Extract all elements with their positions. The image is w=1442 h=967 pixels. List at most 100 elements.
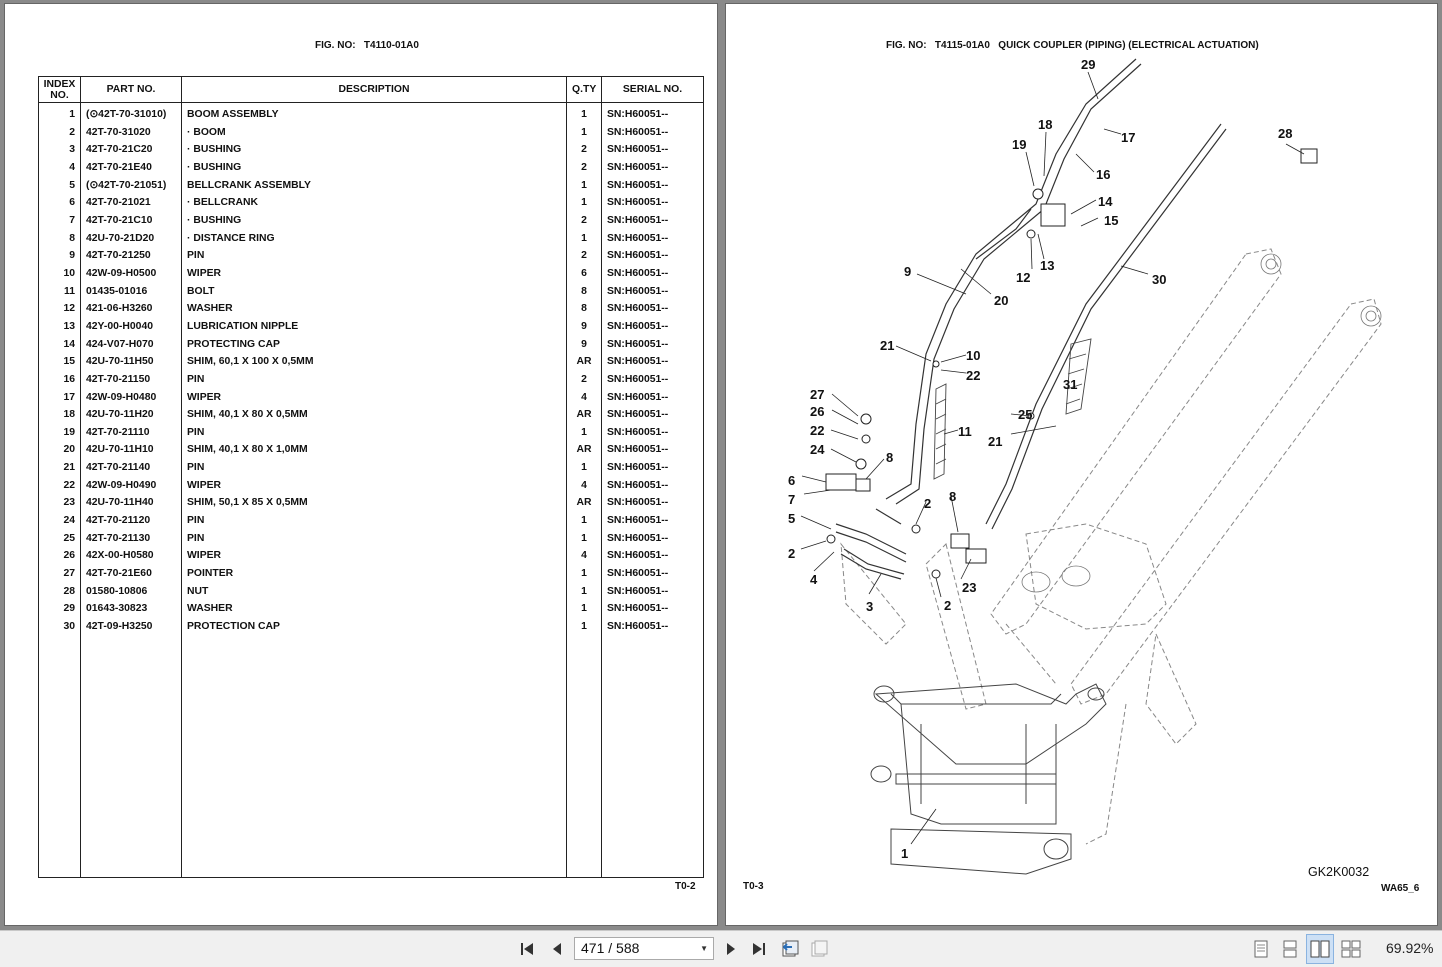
- cell-qty: AR: [566, 441, 602, 460]
- table-row: 13 42Y-00-H0040 LUBRICATION NIPPLE 9 SN:H600…: [38, 317, 704, 336]
- callout-number: 29: [1081, 57, 1095, 72]
- cell-part-no: 42T-70-21140: [80, 459, 182, 477]
- table-filler-row: [38, 635, 704, 878]
- cell-serial: SN:H60051--: [601, 229, 704, 248]
- cell-qty: 1: [566, 582, 602, 601]
- cell-description: · BUSHING: [181, 141, 567, 159]
- continuous-icon: [1283, 940, 1297, 958]
- empty-cell: [566, 635, 602, 878]
- cell-serial: SN:H60051--: [601, 158, 704, 177]
- cell-description: PIN: [181, 247, 567, 265]
- previous-view-button[interactable]: [777, 931, 803, 967]
- callout-number: 3: [866, 599, 873, 614]
- drawing-code: GK2K0032: [1308, 865, 1369, 879]
- cell-serial: SN:H60051--: [601, 476, 704, 495]
- cell-description: PIN: [181, 423, 567, 442]
- cell-qty: 2: [566, 370, 602, 389]
- page-number-field[interactable]: 471 / 588 ▼: [574, 937, 714, 960]
- cell-index: 18: [38, 406, 81, 424]
- next-page-button[interactable]: [718, 931, 744, 967]
- cell-index: 20: [38, 441, 81, 460]
- cell-serial: SN:H60051--: [601, 353, 704, 371]
- table-row: 30 42T-09-H3250 PROTECTION CAP 1 SN:H60051--: [38, 618, 704, 636]
- left-page: FIG. NO: T4110-01A0 INDEX NO. PART NO. D…: [4, 3, 718, 926]
- callout-number: 10: [966, 348, 980, 363]
- cell-description: PIN: [181, 512, 567, 530]
- right-page-code: T0-3: [743, 881, 764, 892]
- table-row: 9 42T-70-21250 PIN 2 SN:H60051--: [38, 247, 704, 265]
- cell-serial: SN:H60051--: [601, 247, 704, 265]
- cell-index: 13: [38, 317, 81, 336]
- col-header-qty: Q.TY: [566, 76, 602, 103]
- last-page-button[interactable]: [746, 931, 772, 967]
- callout-number: 2: [944, 598, 951, 613]
- first-page-button[interactable]: [514, 931, 540, 967]
- current-page: 471: [581, 940, 605, 956]
- empty-cell: [80, 635, 182, 878]
- table-row: 22 42W-09-H0490 WIPER 4 SN:H60051--: [38, 476, 704, 495]
- cell-qty: 1: [566, 229, 602, 248]
- continuous-view-button[interactable]: [1277, 931, 1303, 967]
- cell-description: · BUSHING: [181, 158, 567, 177]
- callout-number: 27: [810, 387, 824, 402]
- cell-description: POINTER: [181, 565, 567, 583]
- next-view-button[interactable]: [806, 931, 832, 967]
- cell-description: WASHER: [181, 300, 567, 318]
- cell-index: 29: [38, 600, 81, 619]
- table-row: 27 42T-70-21E60 POINTER 1 SN:H60051--: [38, 565, 704, 583]
- parts-body: 1 (⊙42T-70-31010) BOOM ASSEMBLY 1 SN:H60051-…: [38, 102, 704, 878]
- cell-part-no: (⊙42T-70-21051): [80, 176, 182, 195]
- cell-serial: SN:H60051--: [601, 582, 704, 601]
- cell-description: · BUSHING: [181, 211, 567, 230]
- callout-number: 7: [788, 492, 795, 507]
- callout-number: 23: [962, 580, 976, 595]
- prev-page-button[interactable]: [544, 931, 570, 967]
- callout-number: 13: [1040, 258, 1054, 273]
- cell-description: PIN: [181, 370, 567, 389]
- cell-qty: 1: [566, 102, 602, 124]
- col-header-serial: SERIAL NO.: [601, 76, 704, 103]
- cell-description: SHIM, 50,1 X 85 X 0,5MM: [181, 494, 567, 513]
- callout-number: 4: [810, 572, 818, 587]
- cell-serial: SN:H60051--: [601, 211, 704, 230]
- cell-serial: SN:H60051--: [601, 459, 704, 477]
- cell-description: WIPER: [181, 388, 567, 407]
- cell-serial: SN:H60051--: [601, 264, 704, 283]
- cell-qty: 4: [566, 476, 602, 495]
- cell-part-no: 42T-70-21150: [80, 370, 182, 389]
- cell-index: 11: [38, 282, 81, 301]
- table-row: 11 01435-01016 BOLT 8 SN:H60051--: [38, 282, 704, 301]
- cell-index: 14: [38, 335, 81, 354]
- zoom-level[interactable]: 69.92%: [1386, 940, 1433, 956]
- left-fig-number: FIG. NO: T4110-01A0: [315, 40, 419, 51]
- callout-number: 6: [788, 473, 795, 488]
- fig-label: FIG. NO:: [315, 40, 356, 51]
- facing-pages-view-button[interactable]: [1306, 934, 1334, 964]
- cell-qty: AR: [566, 494, 602, 513]
- cell-qty: AR: [566, 353, 602, 371]
- cell-index: 26: [38, 547, 81, 566]
- callout-number: 14: [1098, 194, 1113, 209]
- cell-serial: SN:H60051--: [601, 600, 704, 619]
- single-page-view-button[interactable]: [1248, 931, 1274, 967]
- left-page-code: T0-2: [675, 881, 696, 892]
- prev-page-icon: [553, 943, 561, 955]
- callout-number: 20: [994, 293, 1008, 308]
- continuous-facing-view-button[interactable]: [1338, 931, 1364, 967]
- cell-index: 4: [38, 158, 81, 177]
- right-page: FIG. NO: T4115-01A0 QUICK COUPLER (PIPIN…: [725, 3, 1438, 926]
- cell-serial: SN:H60051--: [601, 335, 704, 354]
- cell-part-no: 42T-70-21120: [80, 512, 182, 530]
- chevron-down-icon[interactable]: ▼: [700, 938, 708, 959]
- previous-view-icon: [782, 940, 799, 957]
- table-row: 8 42U-70-21D20 · DISTANCE RING 1 SN:H60051--: [38, 229, 704, 248]
- cell-index: 12: [38, 300, 81, 318]
- parts-table: INDEX NO. PART NO. DESCRIPTION Q.TY SERI…: [38, 76, 704, 878]
- cell-description: SHIM, 40,1 X 80 X 0,5MM: [181, 406, 567, 424]
- callout-number: 21: [988, 434, 1002, 449]
- cell-description: PIN: [181, 459, 567, 477]
- cell-qty: 1: [566, 123, 602, 142]
- total-pages: 588: [616, 940, 640, 956]
- cell-index: 3: [38, 141, 81, 159]
- cell-index: 23: [38, 494, 81, 513]
